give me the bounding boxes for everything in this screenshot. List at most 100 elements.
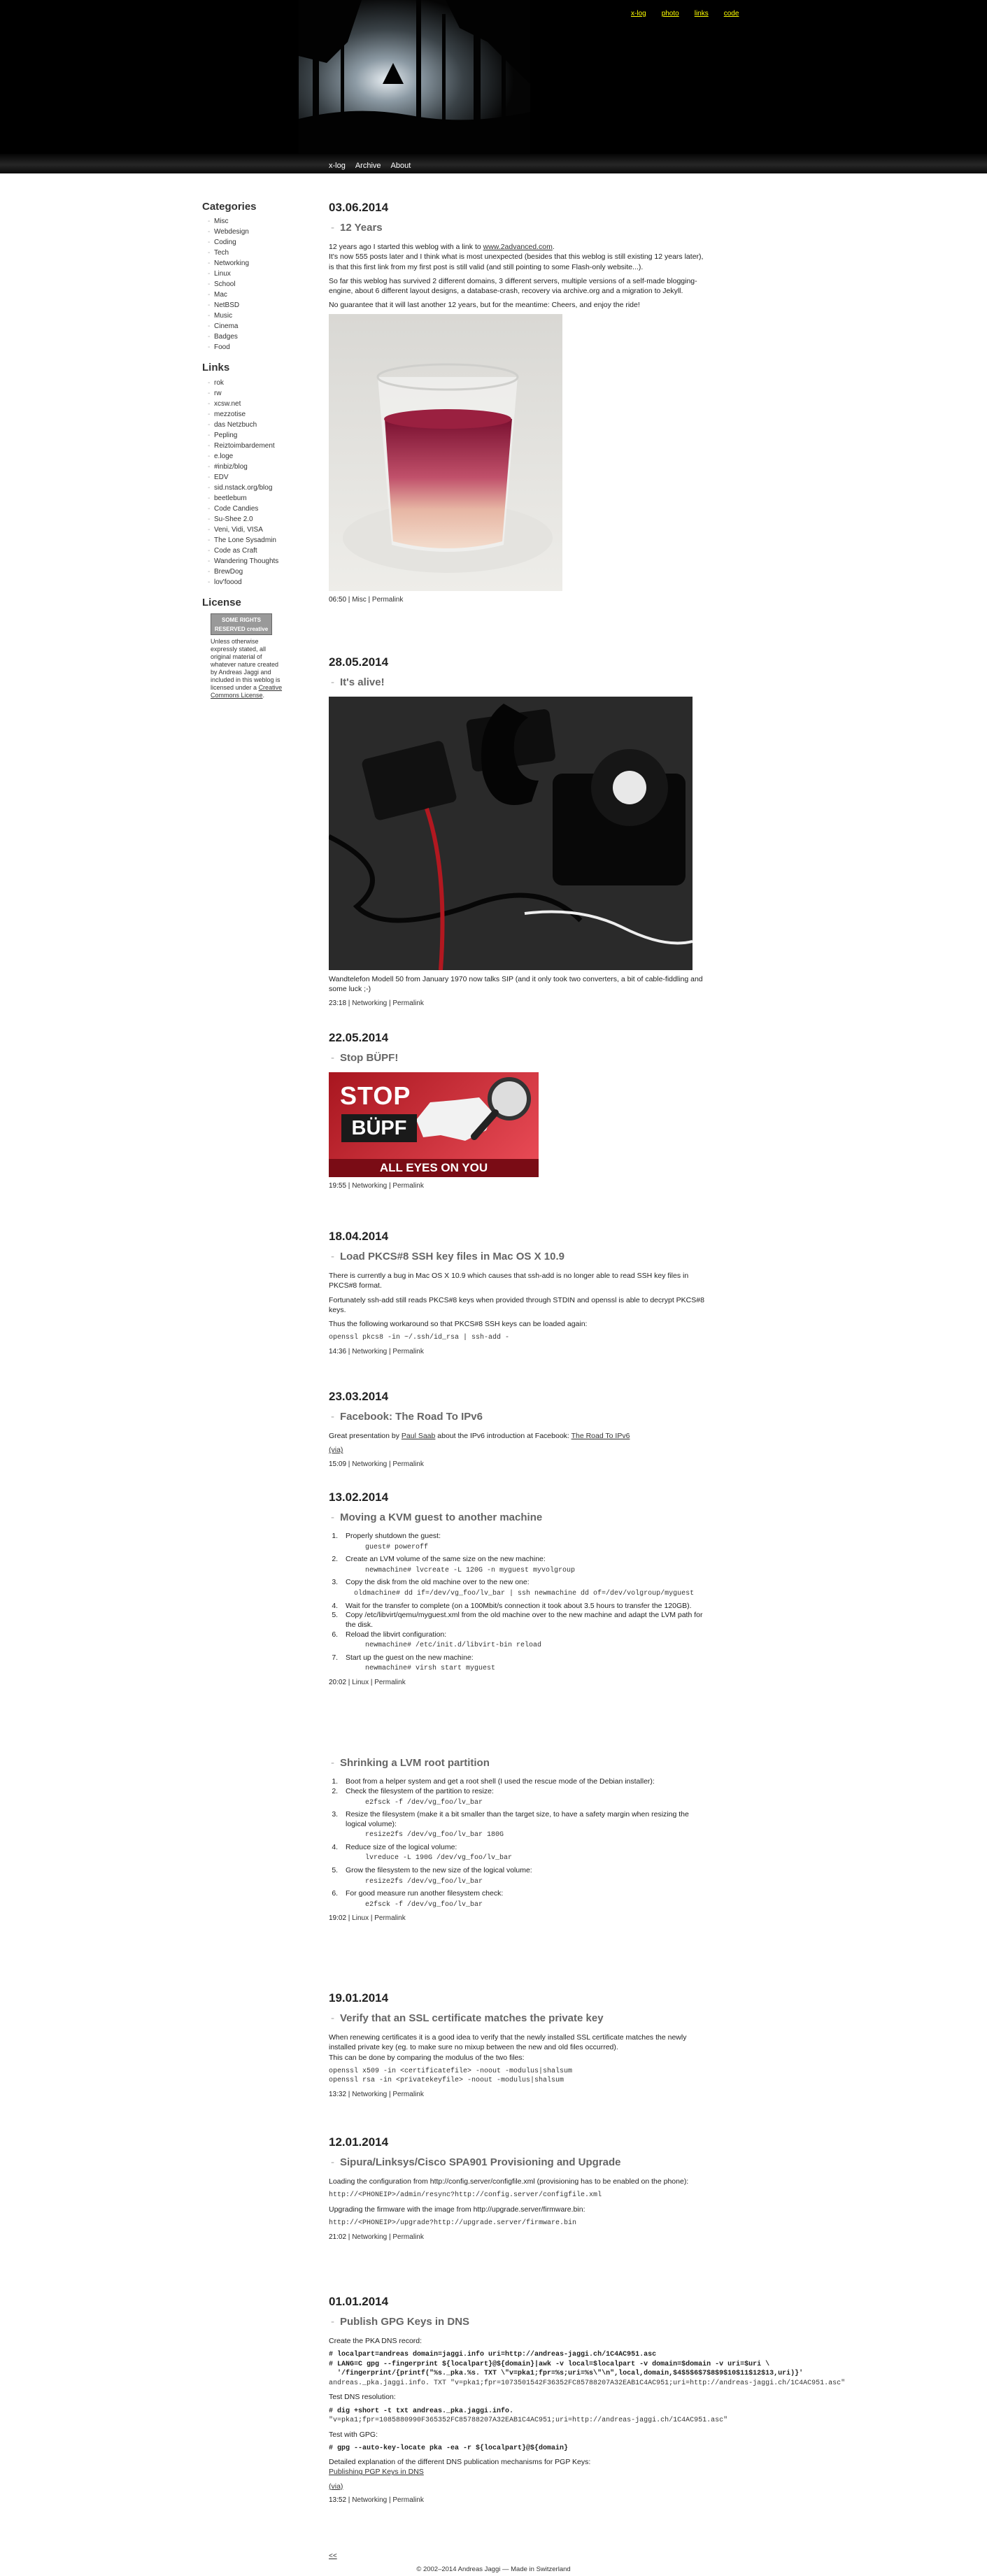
category-link[interactable]: Networking [352,2233,387,2241]
post-date: 18.04.2014 [329,1230,389,1243]
category-link[interactable]: Music [214,312,232,320]
permalink[interactable]: Permalink [372,596,403,604]
2advanced-link[interactable]: www.2advanced.com [483,243,553,251]
post-title[interactable]: Publish GPG Keys in DNS [329,2315,986,2330]
nav-about[interactable]: About [391,161,411,171]
blogroll-link[interactable]: Code Candies [214,505,258,513]
category-link[interactable]: Tech [214,249,229,257]
older-posts-link[interactable]: << [329,2552,337,2561]
category-link[interactable]: Linux [352,1679,369,1686]
category-link[interactable]: Networking [352,1460,387,1468]
blogroll-link[interactable]: Pepling [214,432,237,439]
category-link[interactable]: Cinema [214,322,238,330]
category-link[interactable]: Misc [214,218,229,225]
category-link[interactable]: Misc [352,596,367,604]
toplink-xlog[interactable]: x-log [631,9,646,19]
category-link[interactable]: NetBSD [214,301,239,309]
blogroll-link[interactable]: Code as Craft [214,547,257,555]
creative-commons-badge[interactable]: SOME RIGHTS RESERVED creative commons [211,613,272,641]
nav-xlog[interactable]: x-log [329,161,346,171]
blogroll-link[interactable]: xcsw.net [214,400,241,408]
code-block: guest# poweroff [365,1543,429,1551]
category-link[interactable]: Networking [214,259,249,267]
via-link[interactable]: (via) [329,1446,343,1454]
category-link[interactable]: Networking [352,2091,387,2098]
post-title[interactable]: Moving a KVM guest to another machine [329,1511,706,1525]
post-date: 23.03.2014 [329,1390,389,1403]
step-text: Resize the filesystem (make it a bit sma… [346,1810,689,1828]
category-link[interactable]: Badges [214,333,238,341]
blogroll-link[interactable]: Reiztoimbardement [214,442,275,450]
blogroll-link[interactable]: das Netzbuch [214,421,257,429]
code-block: http://<PHONEIP>/upgrade?http://upgrade.… [329,2219,577,2228]
blogroll-link[interactable]: EDV [214,474,229,481]
category-link[interactable]: Food [214,343,230,351]
blogroll-link[interactable]: Veni, Vidi, VISA [214,526,263,534]
post-paragraph: Wandtelefon Modell 50 from January 1970 … [329,975,703,994]
post-title[interactable]: It's alive! [329,676,706,690]
post-paragraph: No guarantee that it will last another 1… [329,301,640,310]
post-title[interactable]: 12 Years [329,221,706,236]
category-link[interactable]: Networking [352,2496,387,2504]
via-link[interactable]: (via) [329,2482,343,2491]
blogroll-link[interactable]: The Lone Sysadmin [214,536,276,544]
permalink[interactable]: Permalink [374,1679,405,1686]
license-text: Unless otherwise expressly stated, all o… [211,638,286,699]
blogroll-link[interactable]: sid.nstack.org/blog [214,484,272,492]
post-meta: 21:02 | Networking | Permalink [329,2233,424,2241]
code-block: lvreduce -L 190G /dev/vg_foo/lv_bar [365,1854,513,1863]
post-title[interactable]: Stop BÜPF! [329,1051,706,1066]
categories-list: Misc Webdesign Coding Tech Networking Li… [202,216,307,353]
step-text: Copy /etc/libvirt/qemu/myguest.xml from … [346,1611,703,1629]
blogroll-link[interactable]: Su-Shee 2.0 [214,515,253,523]
blogroll-link[interactable]: BrewDog [214,568,243,576]
talk-link[interactable]: The Road To IPv6 [571,1432,630,1440]
permalink[interactable]: Permalink [392,2496,423,2504]
category-link[interactable]: Networking [352,1348,387,1355]
permalink[interactable]: Permalink [392,2233,423,2241]
blogroll-link[interactable]: Wandering Thoughts [214,557,278,565]
post-title[interactable]: Sipura/Linksys/Cisco SPA901 Provisioning… [329,2156,706,2170]
header-photo [299,0,530,154]
text: about the IPv6 introduction at Facebook: [437,1432,569,1441]
toplink-photo[interactable]: photo [662,9,679,19]
step-text: For good measure run another filesystem … [346,1889,504,1898]
permalink[interactable]: Permalink [392,2091,423,2098]
category-link[interactable]: Linux [352,1914,369,1922]
category-link[interactable]: School [214,280,236,288]
toplink-code[interactable]: code [724,9,739,19]
permalink[interactable]: Permalink [392,1348,423,1355]
post-title[interactable]: Verify that an SSL certificate matches t… [329,2012,706,2026]
category-item: Webdesign [202,227,307,237]
code-block: resize2fs /dev/vg_foo/lv_bar [365,1877,483,1886]
post-title[interactable]: Facebook: The Road To IPv6 [329,1410,706,1425]
blogroll-link[interactable]: mezzotise [214,411,246,418]
post-meta: 19:02 | Linux | Permalink [329,1914,406,1923]
post-title[interactable]: Load PKCS#8 SSH key files in Mac OS X 10… [329,1250,706,1265]
toplink-links[interactable]: links [695,9,709,19]
category-link[interactable]: Linux [214,270,231,278]
permalink[interactable]: Permalink [392,1460,423,1468]
permalink[interactable]: Permalink [392,999,423,1007]
blogroll-link[interactable]: #inbiz/blog [214,463,248,471]
category-link[interactable]: Networking [352,999,387,1007]
nav-archive[interactable]: Archive [355,161,381,171]
post-time: 13:52 [329,2496,347,2504]
blogroll-link[interactable]: rok [214,379,224,387]
permalink[interactable]: Permalink [392,1182,423,1190]
author-link[interactable]: Paul Saab [402,1432,435,1440]
blogroll-link[interactable]: beetlebum [214,494,247,502]
step: Reload the libvirt configuration: newmach… [340,1630,706,1651]
permalink[interactable]: Permalink [374,1914,405,1922]
category-link[interactable]: Coding [214,239,236,246]
post-title[interactable]: Shrinking a LVM root partition [329,1756,706,1771]
blogroll-link[interactable]: rw [214,390,222,397]
code-line: andreas._pka.jaggi.info. TXT "v=pka1;fpr… [329,2379,846,2387]
license-text-end: . [262,691,265,699]
category-link[interactable]: Webdesign [214,228,249,236]
category-link[interactable]: Mac [214,291,227,299]
blogroll-link[interactable]: lov'foood [214,578,242,586]
category-link[interactable]: Networking [352,1182,387,1190]
blogroll-link[interactable]: e.loge [214,453,233,460]
pgp-dns-link[interactable]: Publishing PGP Keys in DNS [329,2468,424,2476]
